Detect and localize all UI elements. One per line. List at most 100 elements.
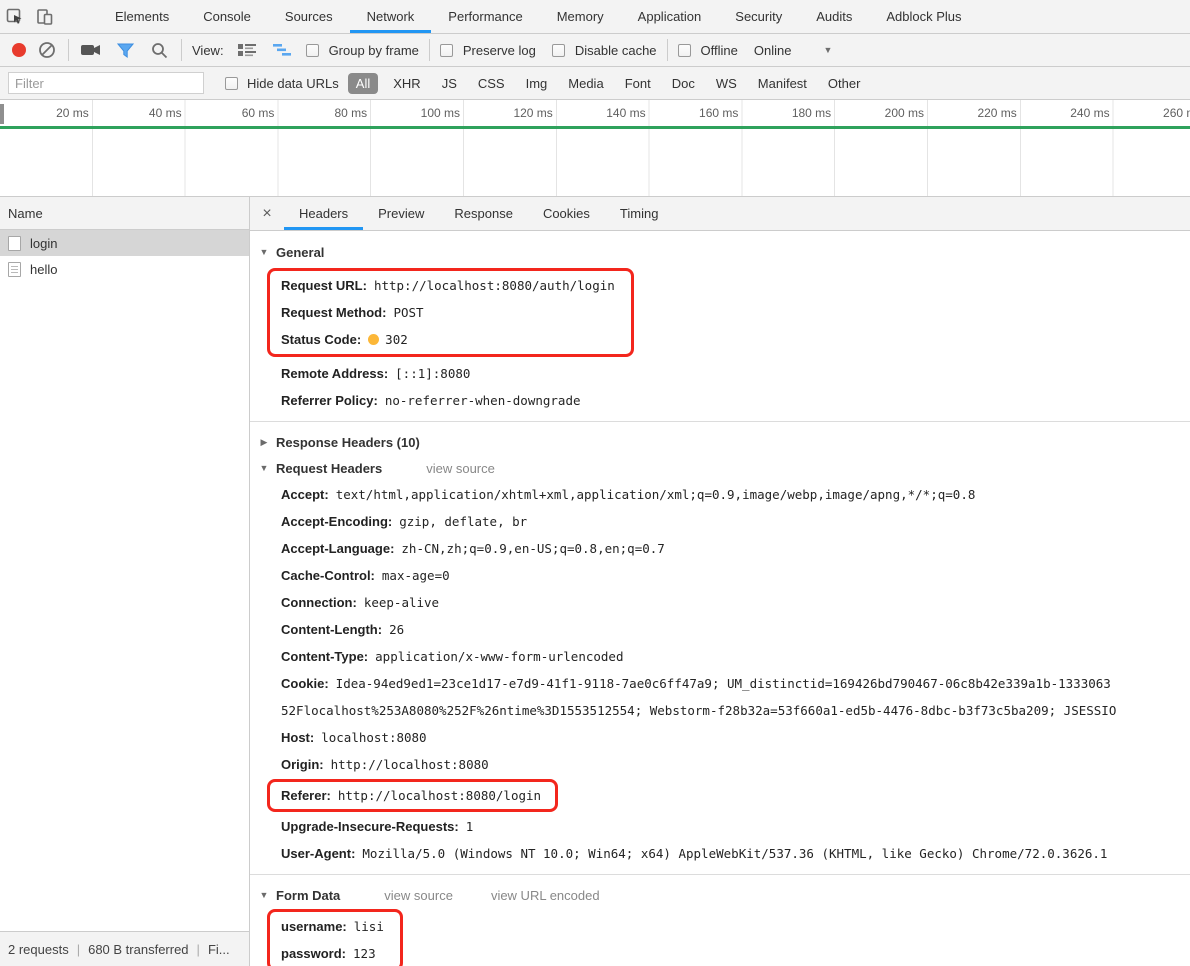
request-row-hello[interactable]: hello bbox=[0, 256, 249, 282]
header-row-content-length: Content-Length: 26 bbox=[250, 616, 1190, 643]
tab-security[interactable]: Security bbox=[718, 0, 799, 33]
view-url-encoded-link[interactable]: view URL encoded bbox=[491, 888, 600, 903]
timeline-tick: 20 ms bbox=[56, 106, 89, 120]
header-value: POST bbox=[393, 305, 424, 320]
collapse-triangle-icon[interactable]: ▼ bbox=[258, 247, 270, 257]
network-main: Name login hello 2 requests | 680 B tran… bbox=[0, 197, 1190, 966]
large-rows-icon[interactable] bbox=[234, 43, 260, 57]
waterfall-icon[interactable] bbox=[270, 43, 296, 57]
timeline-tick: 160 ms bbox=[699, 106, 739, 120]
timeline-scroll-nub bbox=[0, 104, 4, 124]
preserve-log-checkbox[interactable] bbox=[439, 43, 453, 57]
filter-type-manifest[interactable]: Manifest bbox=[752, 73, 813, 94]
header-name: Content-Length: bbox=[281, 622, 383, 637]
headers-content: ▼ General Request URL: http://localhost:8… bbox=[250, 231, 1190, 966]
header-value: keep-alive bbox=[363, 595, 440, 610]
header-name: Request Method: bbox=[281, 305, 387, 320]
filter-type-img[interactable]: Img bbox=[520, 73, 554, 94]
inspect-element-icon[interactable] bbox=[0, 0, 30, 33]
hide-data-urls-checkbox[interactable] bbox=[225, 76, 238, 90]
section-divider bbox=[250, 421, 1190, 422]
network-toolbar: View: Group by frame Preserve log Disabl… bbox=[0, 34, 1190, 67]
filter-type-ws[interactable]: WS bbox=[710, 73, 743, 94]
detail-tab-preview[interactable]: Preview bbox=[363, 197, 439, 230]
view-source-link[interactable]: view source bbox=[426, 461, 495, 476]
form-field-value: lisi bbox=[353, 919, 384, 934]
document-icon bbox=[8, 261, 21, 277]
network-overview-timeline[interactable]: 20 ms 40 ms 60 ms 80 ms 100 ms 120 ms 14… bbox=[0, 100, 1190, 197]
filter-type-css[interactable]: CSS bbox=[472, 73, 511, 94]
request-headers-title: Request Headers bbox=[276, 460, 383, 476]
filter-type-doc[interactable]: Doc bbox=[666, 73, 701, 94]
collapse-triangle-icon[interactable]: ▼ bbox=[258, 890, 270, 900]
filter-type-all[interactable]: All bbox=[347, 72, 379, 94]
header-value: gzip, deflate, br bbox=[399, 514, 528, 529]
detail-tab-cookies[interactable]: Cookies bbox=[528, 197, 605, 230]
header-name: Referrer Policy: bbox=[281, 393, 378, 408]
response-headers-section-header: ▶ Response Headers (10) bbox=[250, 429, 1190, 455]
filter-type-media[interactable]: Media bbox=[562, 73, 609, 94]
header-value: 26 bbox=[389, 622, 405, 637]
request-name: login bbox=[30, 235, 58, 251]
timeline-tick: 140 ms bbox=[606, 106, 646, 120]
header-value: zh-CN,zh;q=0.9,en-US;q=0.8,en;q=0.7 bbox=[401, 541, 665, 556]
detail-tab-timing[interactable]: Timing bbox=[605, 197, 674, 230]
tab-sources[interactable]: Sources bbox=[268, 0, 350, 33]
header-row-referer: Referer: http://localhost:8080/login bbox=[281, 782, 541, 809]
tab-performance[interactable]: Performance bbox=[431, 0, 539, 33]
tab-console[interactable]: Console bbox=[186, 0, 268, 33]
header-row-cookie-continuation: 52Flocalhost%253A8080%252F%26ntime%3D155… bbox=[250, 697, 1190, 724]
disable-cache-label: Disable cache bbox=[574, 42, 657, 58]
toolbar-divider bbox=[428, 39, 430, 61]
disable-cache-checkbox[interactable] bbox=[551, 43, 565, 57]
filter-type-font[interactable]: Font bbox=[619, 73, 657, 94]
request-row-login[interactable]: login bbox=[0, 230, 249, 256]
throttling-select[interactable]: Online bbox=[754, 43, 792, 58]
clear-icon[interactable] bbox=[36, 41, 58, 59]
summary-separator: | bbox=[76, 941, 81, 957]
header-name: Accept-Language: bbox=[281, 541, 395, 556]
header-name: Accept: bbox=[281, 487, 329, 502]
tab-network[interactable]: Network bbox=[349, 0, 432, 33]
header-value: 302 bbox=[385, 332, 408, 347]
devtools-tabbar: Elements Console Sources Network Perform… bbox=[0, 0, 1190, 34]
record-icon[interactable] bbox=[12, 43, 26, 57]
tab-elements[interactable]: Elements bbox=[98, 0, 186, 33]
close-icon[interactable]: × bbox=[250, 197, 284, 230]
filter-type-xhr[interactable]: XHR bbox=[387, 73, 426, 94]
view-source-link[interactable]: view source bbox=[384, 888, 453, 903]
header-value: 52Flocalhost%253A8080%252F%26ntime%3D155… bbox=[281, 703, 1117, 718]
filter-type-other[interactable]: Other bbox=[822, 73, 867, 94]
timeline-tick: 180 ms bbox=[791, 106, 832, 120]
document-icon bbox=[8, 235, 21, 251]
request-headers-section-header: ▼ Request Headers view source bbox=[250, 455, 1190, 481]
offline-checkbox[interactable] bbox=[677, 43, 691, 57]
screenshot-camera-icon[interactable] bbox=[79, 43, 103, 57]
timeline-tick: 100 ms bbox=[420, 106, 460, 120]
filter-funnel-icon[interactable] bbox=[113, 43, 137, 58]
group-by-frame-checkbox[interactable] bbox=[305, 43, 319, 57]
filter-type-js[interactable]: JS bbox=[436, 73, 463, 94]
throttling-dropdown-icon[interactable]: ▼ bbox=[823, 45, 832, 55]
tab-audits[interactable]: Audits bbox=[799, 0, 869, 33]
detail-tab-response[interactable]: Response bbox=[439, 197, 528, 230]
preserve-log-label: Preserve log bbox=[462, 42, 536, 58]
header-row-content-type: Content-Type: application/x-www-form-urle… bbox=[250, 643, 1190, 670]
group-by-frame-label: Group by frame bbox=[328, 42, 419, 58]
detail-tabbar: × Headers Preview Response Cookies Timin… bbox=[250, 197, 1190, 231]
detail-tab-headers[interactable]: Headers bbox=[284, 197, 364, 230]
expand-triangle-icon[interactable]: ▶ bbox=[258, 437, 270, 448]
tab-application[interactable]: Application bbox=[621, 0, 719, 33]
search-icon[interactable] bbox=[147, 42, 171, 59]
form-field-name: username: bbox=[281, 919, 347, 934]
collapse-triangle-icon[interactable]: ▼ bbox=[258, 463, 270, 473]
name-column-header[interactable]: Name bbox=[0, 197, 249, 230]
header-value: [::1]:8080 bbox=[395, 366, 471, 381]
device-toolbar-icon[interactable] bbox=[30, 0, 60, 33]
tab-adblock-plus[interactable]: Adblock Plus bbox=[869, 0, 978, 33]
tab-memory[interactable]: Memory bbox=[540, 0, 621, 33]
general-section-title: General bbox=[276, 244, 325, 260]
timeline-tick: 80 ms bbox=[334, 106, 368, 120]
tabbar-spacer bbox=[60, 0, 98, 33]
filter-input[interactable] bbox=[8, 72, 204, 94]
